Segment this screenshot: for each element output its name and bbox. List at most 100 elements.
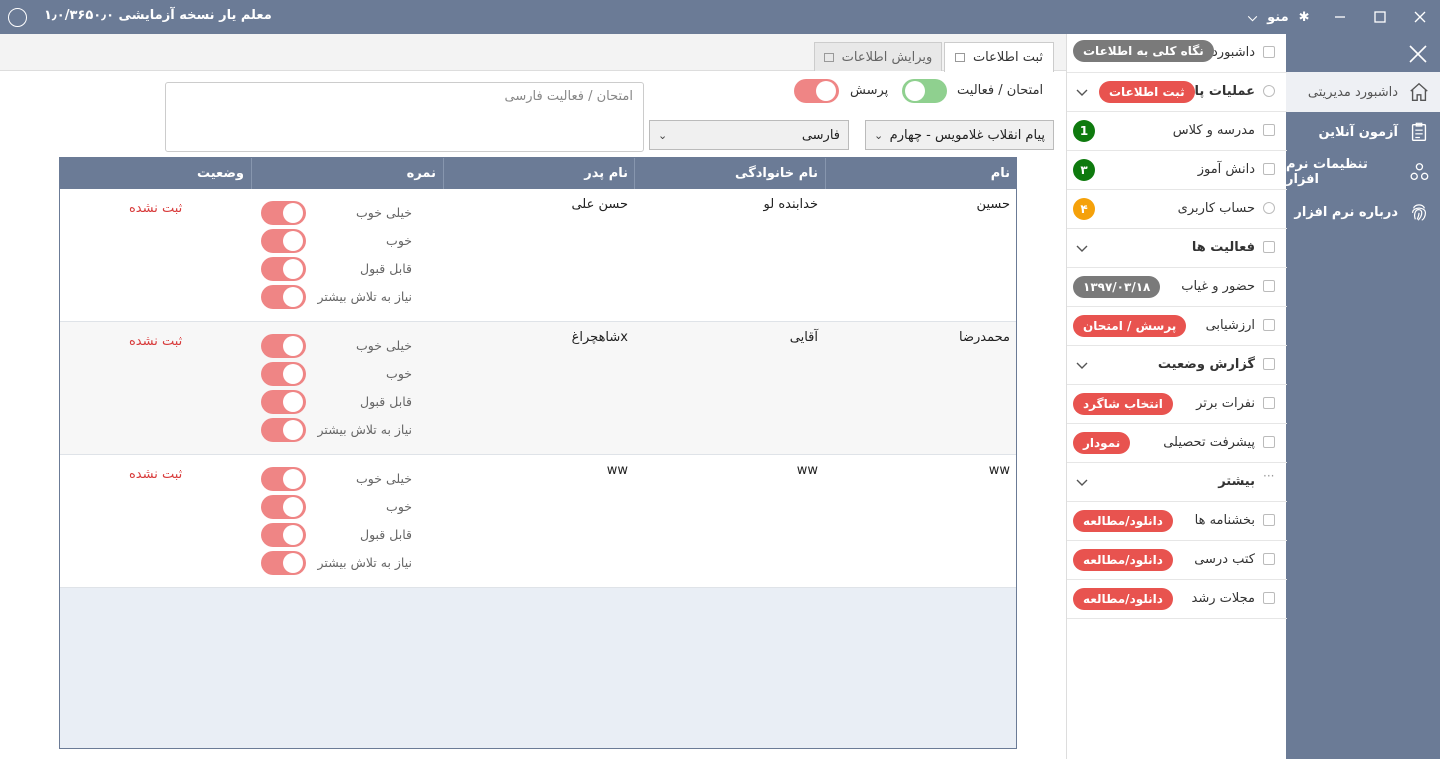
nav-item-label: تنظیمات نرم افزار (1286, 157, 1368, 187)
grade-toggle-good[interactable] (261, 495, 306, 519)
cell-family: خدابنده لو (763, 197, 818, 212)
panel-row-dashboard[interactable]: داشبورد نگاه کلی به اطلاعات (1067, 34, 1287, 73)
maximize-button[interactable] (1360, 0, 1400, 34)
panel-row-user-account[interactable]: حساب کاربری ۴ (1067, 190, 1287, 229)
toggle-knob (283, 420, 303, 440)
grade-option-label: خیلی خوب (356, 338, 412, 353)
grade-option-label: خیلی خوب (356, 471, 412, 486)
grade-toggle-needs-effort[interactable] (261, 418, 306, 442)
settings-nodes-icon (1410, 163, 1429, 181)
header-status: وضعیت (196, 166, 244, 181)
cell-father: ww (606, 463, 628, 478)
nav-item-about[interactable]: درباره نرم افزار (1286, 192, 1440, 232)
nav-item-software-settings[interactable]: تنظیمات نرم افزار (1286, 152, 1440, 192)
grade-toggle-very-good[interactable] (261, 467, 306, 491)
table-row: محمدرضا آقایی شاهچراغx ثبت نشده خیلی خوب… (60, 322, 1016, 455)
panel-row-attendance[interactable]: حضور و غیاب ۱۳۹۷/۰۳/۱۸ (1067, 268, 1287, 307)
grade-toggle-needs-effort[interactable] (261, 285, 306, 309)
panel-row-status-report[interactable]: گزارش وضعیت (1067, 346, 1287, 385)
exam-activity-toggle[interactable] (902, 79, 947, 103)
class-select[interactable]: ⌄ پیام انقلاب غلامویس - چهارم (865, 120, 1054, 150)
table-row: ww ww ww ثبت نشده خیلی خوب خوب قابل قبول… (60, 455, 1016, 588)
grade-option-label: نیاز به تلاش بیشتر (317, 422, 412, 437)
toggle-knob (283, 336, 303, 356)
toggle-knob (283, 553, 303, 573)
quiz-exam-button[interactable]: پرسش / امتحان (1073, 315, 1187, 337)
cell-status: ثبت نشده (129, 467, 183, 482)
activity-title-input[interactable]: امتحان / فعالیت فارسی (165, 82, 644, 152)
download-read-button[interactable]: دانلود/مطالعه (1073, 549, 1173, 571)
chevron-down-icon[interactable] (1075, 358, 1089, 372)
chart-button[interactable]: نمودار (1073, 432, 1131, 454)
panel-row-base-operations[interactable]: عملیات پایه ثبت اطلاعات (1067, 73, 1287, 112)
select-student-button[interactable]: انتخاب شاگرد (1073, 393, 1173, 415)
panel-row-students[interactable]: دانش آموز ۳ (1067, 151, 1287, 190)
overview-button[interactable]: نگاه کلی به اطلاعات (1073, 40, 1214, 62)
grade-toggle-good[interactable] (261, 229, 306, 253)
user-account-icon (1263, 202, 1275, 214)
panel-row-more[interactable]: ··· بیشتر (1067, 463, 1287, 502)
grade-toggle-very-good[interactable] (261, 201, 306, 225)
minimize-icon (1335, 16, 1345, 18)
toggle-knob (816, 81, 836, 101)
grade-toggle-acceptable[interactable] (261, 257, 306, 281)
subject-select[interactable]: ⌄ فارسی (649, 120, 849, 150)
main-menu[interactable]: ⌵ منو ✱ (1248, 0, 1310, 34)
close-sidebar-icon[interactable] (1408, 44, 1428, 64)
table-row: حسین خدابنده لو حسن علی ثبت نشده خیلی خو… (60, 189, 1016, 322)
row-label: فعالیت ها (1191, 240, 1255, 255)
document-icon (1263, 514, 1275, 526)
chevron-down-icon[interactable] (1075, 85, 1089, 99)
column-divider (634, 158, 635, 189)
panel-row-activities[interactable]: فعالیت ها (1067, 229, 1287, 268)
close-window-button[interactable] (1400, 0, 1440, 34)
grade-toggle-needs-effort[interactable] (261, 551, 306, 575)
cell-name: ww (988, 463, 1010, 478)
download-read-button[interactable]: دانلود/مطالعه (1073, 510, 1173, 532)
grade-option-label: نیاز به تلاش بیشتر (317, 289, 412, 304)
cell-status: ثبت نشده (129, 201, 183, 216)
chevron-down-icon: ⌄ (874, 128, 884, 142)
tab-register-info[interactable]: ثبت اطلاعات (944, 42, 1054, 72)
minimize-button[interactable] (1320, 0, 1360, 34)
download-read-button[interactable]: دانلود/مطالعه (1073, 588, 1173, 610)
tab-edit-info[interactable]: ویرایش اطلاعات (814, 42, 942, 71)
quiz-toggle[interactable] (794, 79, 839, 103)
students-table: نام نام خانوادگی نام پدر نمره وضعیت حسین… (59, 157, 1017, 749)
nav-item-online-exam[interactable]: آزمون آنلاین (1286, 112, 1440, 152)
panel-row-textbooks[interactable]: کتب درسی دانلود/مطالعه (1067, 541, 1287, 580)
tab-label: ویرایش اطلاعات (841, 49, 933, 65)
toggle-knob (283, 392, 303, 412)
panel-row-top-students[interactable]: نفرات برتر انتخاب شاگرد (1067, 385, 1287, 424)
grade-toggle-acceptable[interactable] (261, 390, 306, 414)
header-grade: نمره (406, 166, 436, 181)
chart-icon (1263, 436, 1275, 448)
school-icon (1263, 124, 1275, 136)
register-info-button[interactable]: ثبت اطلاعات (1099, 81, 1195, 103)
panel-row-roshd-magazines[interactable]: مجلات رشد دانلود/مطالعه (1067, 580, 1287, 619)
chevron-down-icon[interactable] (1075, 475, 1089, 489)
cell-father: شاهچراغx (571, 330, 628, 345)
attendance-date-button[interactable]: ۱۳۹۷/۰۳/۱۸ (1073, 276, 1161, 298)
nav-item-dashboard[interactable]: داشبورد مدیریتی (1286, 72, 1440, 112)
panel-row-evaluation[interactable]: ارزشیابی پرسش / امتحان (1067, 307, 1287, 346)
grade-toggle-very-good[interactable] (261, 334, 306, 358)
grade-option-label: قابل قبول (360, 394, 412, 409)
exam-activity-label: امتحان / فعالیت (957, 83, 1044, 98)
grade-toggle-good[interactable] (261, 362, 306, 386)
filter-icon (1263, 397, 1275, 409)
cell-family: آقایی (789, 330, 818, 345)
toggle-knob (283, 287, 303, 307)
panel-row-academic-progress[interactable]: پیشرفت تحصیلی نمودار (1067, 424, 1287, 463)
row-label: نفرات برتر (1196, 396, 1255, 411)
grade-toggle-acceptable[interactable] (261, 523, 306, 547)
chevron-down-icon[interactable] (1075, 241, 1089, 255)
fingerprint-icon (1411, 204, 1427, 221)
panel-row-school-class[interactable]: مدرسه و کلاس 1 (1067, 112, 1287, 151)
panel-row-circulars[interactable]: بخشنامه ها دانلود/مطالعه (1067, 502, 1287, 541)
grade-option-label: خوب (386, 366, 412, 381)
nav-item-label: داشبورد مدیریتی (1307, 84, 1398, 100)
row-label: مدرسه و کلاس (1172, 123, 1255, 138)
row-label: بیشتر (1218, 474, 1255, 489)
grade-option-label: خوب (386, 233, 412, 248)
